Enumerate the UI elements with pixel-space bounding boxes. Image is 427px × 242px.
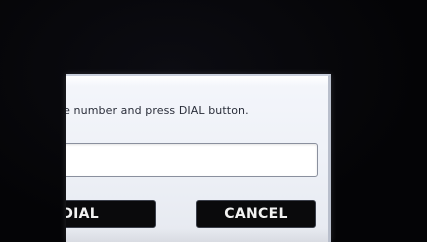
dial-dialog: pe number and press DIAL button. DIAL CA… bbox=[66, 74, 331, 242]
phone-number-input[interactable] bbox=[66, 143, 318, 177]
dial-button[interactable]: DIAL bbox=[66, 200, 156, 228]
cancel-button[interactable]: CANCEL bbox=[196, 200, 316, 228]
dialog-highlight bbox=[66, 76, 328, 86]
dialog-instruction: pe number and press DIAL button. bbox=[66, 104, 249, 117]
